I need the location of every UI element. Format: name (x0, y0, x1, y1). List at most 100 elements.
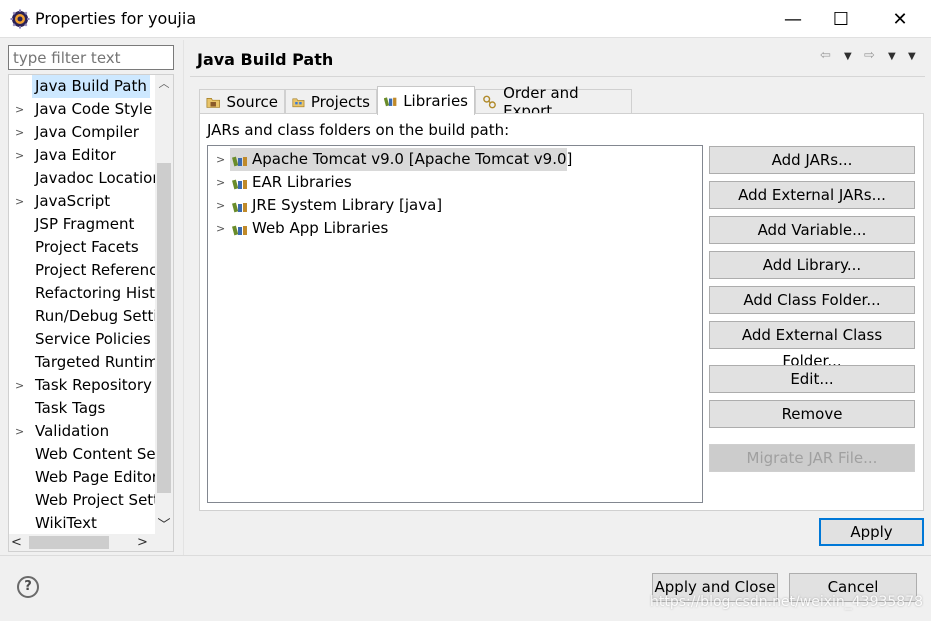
nav-item-label: Refactoring History (35, 284, 155, 302)
nav-item[interactable]: Project References (9, 259, 155, 282)
nav-vertical-scrollbar[interactable]: ︿ ﹀ (155, 75, 173, 535)
add-class-folder-button[interactable]: Add Class Folder... (709, 286, 915, 314)
page-title: Java Build Path (197, 50, 334, 69)
nav-item[interactable]: Service Policies (9, 328, 155, 351)
nav-item[interactable]: > Task Repository (9, 374, 155, 397)
remove-button[interactable]: Remove (709, 400, 915, 428)
nav-item-label: JavaScript (35, 192, 111, 210)
forward-dropdown-icon[interactable]: ▼ (888, 51, 896, 62)
library-label: Apache Tomcat v9.0 [Apache Tomcat v9.0] (252, 150, 573, 168)
nav-item-label: Targeted Runtimes (35, 353, 155, 371)
window-title: Properties for youjia (35, 9, 197, 28)
nav-item[interactable]: Web Page Editor (9, 466, 155, 489)
add-library-button[interactable]: Add Library... (709, 251, 915, 279)
expand-chevron-icon[interactable]: > (15, 190, 27, 213)
library-row-jre[interactable]: > JRE System Library [java] (212, 194, 692, 217)
edit-button[interactable]: Edit... (709, 365, 915, 393)
add-jars-button[interactable]: Add JARs... (709, 146, 915, 174)
expand-chevron-icon[interactable]: > (15, 144, 27, 167)
add-external-class-folder-button[interactable]: Add External Class Folder... (709, 321, 915, 370)
projects-icon (292, 98, 305, 108)
history-nav: ⇦ ▼ ⇨ ▼ ▼ (820, 48, 920, 66)
nav-item[interactable]: Javadoc Location (9, 167, 155, 190)
back-dropdown-icon[interactable]: ▼ (844, 51, 852, 62)
nav-item-label: Java Build Path (32, 75, 150, 98)
nav-item-label: Task Tags (35, 399, 106, 417)
nav-item[interactable]: Java Build Path (9, 75, 155, 98)
source-folder-icon (206, 98, 220, 108)
nav-item[interactable]: Web Content Settings (9, 443, 155, 466)
apply-button[interactable]: Apply (819, 518, 924, 546)
nav-item[interactable]: > JavaScript (9, 190, 155, 213)
order-export-icon (483, 95, 496, 109)
tab-source[interactable]: Source (199, 89, 285, 114)
nav-item[interactable]: > Java Editor (9, 144, 155, 167)
library-row-webapp[interactable]: > Web App Libraries (212, 217, 692, 240)
split-sash[interactable] (183, 40, 184, 555)
nav-item[interactable]: Task Tags (9, 397, 155, 420)
scroll-left-icon[interactable]: < (11, 534, 27, 551)
nav-item[interactable]: WikiText (9, 512, 155, 535)
nav-scroll-thumb[interactable] (157, 163, 171, 493)
nav-item-label: Javadoc Location (35, 169, 155, 187)
expand-chevron-icon[interactable]: > (15, 420, 27, 443)
nav-item[interactable]: > Java Code Style (9, 98, 155, 121)
nav-item-label: Java Editor (35, 146, 116, 164)
maximize-button[interactable]: ☐ (818, 0, 864, 38)
close-button[interactable]: ✕ (877, 0, 923, 38)
nav-item-label: Web Page Editor (35, 468, 155, 486)
add-external-jars-button[interactable]: Add External JARs... (709, 181, 915, 209)
eclipse-app-icon (10, 9, 30, 29)
nav-item-label: Web Content Settings (35, 445, 155, 463)
watermark-text: https://blog.csdn.net/weixin_43935878 (650, 594, 924, 610)
nav-item[interactable]: JSP Fragment (9, 213, 155, 236)
help-icon[interactable]: ? (17, 576, 39, 598)
library-label: JRE System Library [java] (252, 196, 443, 214)
nav-item[interactable]: Targeted Runtimes (9, 351, 155, 374)
expand-chevron-icon[interactable]: > (216, 171, 225, 194)
nav-item[interactable]: > Validation (9, 420, 155, 443)
tab-label: Source (226, 93, 278, 111)
expand-chevron-icon[interactable]: > (216, 148, 225, 171)
tab-libraries[interactable]: Libraries (377, 86, 475, 115)
nav-item-label: JSP Fragment (35, 215, 135, 233)
library-row-ear[interactable]: > EAR Libraries (212, 171, 692, 194)
libraries-tree[interactable]: > Apache Tomcat v9.0 [Apache Tomcat v9.0… (207, 145, 703, 503)
library-container-icon (232, 225, 247, 236)
nav-item-label: Validation (35, 422, 110, 440)
expand-chevron-icon[interactable]: > (15, 98, 27, 121)
view-menu-icon[interactable]: ▼ (908, 51, 916, 62)
property-nav-tree: Java Build Path > Java Code Style > Java Com… (8, 74, 174, 552)
build-path-label: JARs and class folders on the build path… (207, 121, 510, 139)
scroll-right-icon[interactable]: > (137, 534, 153, 551)
forward-arrow-icon[interactable]: ⇨ (864, 48, 875, 63)
library-row-tomcat[interactable]: > Apache Tomcat v9.0 [Apache Tomcat v9.0… (212, 148, 692, 171)
nav-item[interactable]: Refactoring History (9, 282, 155, 305)
nav-item[interactable]: Run/Debug Settings (9, 305, 155, 328)
expand-chevron-icon[interactable]: > (216, 194, 225, 217)
nav-item-label: Web Project Settings (35, 491, 155, 509)
nav-item[interactable]: > Java Compiler (9, 121, 155, 144)
scroll-down-icon[interactable]: ﹀ (155, 517, 173, 535)
tab-order-and-export[interactable]: Order and Export (475, 84, 632, 120)
add-variable-button[interactable]: Add Variable... (709, 216, 915, 244)
expand-chevron-icon[interactable]: > (15, 121, 27, 144)
minimize-button[interactable]: — (770, 0, 816, 38)
back-arrow-icon[interactable]: ⇦ (820, 48, 831, 63)
tab-projects[interactable]: Projects (285, 89, 377, 114)
expand-chevron-icon[interactable]: > (15, 374, 27, 397)
libraries-icon (384, 97, 397, 107)
scroll-up-icon[interactable]: ︿ (155, 75, 173, 93)
nav-item-label: Run/Debug Settings (35, 307, 155, 325)
library-label: Web App Libraries (252, 219, 389, 237)
nav-item[interactable]: Project Facets (9, 236, 155, 259)
nav-item[interactable]: Web Project Settings (9, 489, 155, 512)
footer-separator (0, 555, 931, 556)
nav-item-label: Java Code Style (35, 100, 153, 118)
tab-strip: Source Projects Libraries Order and Expo… (199, 84, 924, 120)
nav-tree-items: Java Build Path > Java Code Style > Java Com… (9, 75, 155, 535)
nav-horizontal-scrollbar[interactable]: < > (9, 534, 173, 551)
nav-hscroll-thumb[interactable] (29, 536, 109, 549)
filter-input[interactable] (8, 45, 174, 70)
expand-chevron-icon[interactable]: > (216, 217, 225, 240)
